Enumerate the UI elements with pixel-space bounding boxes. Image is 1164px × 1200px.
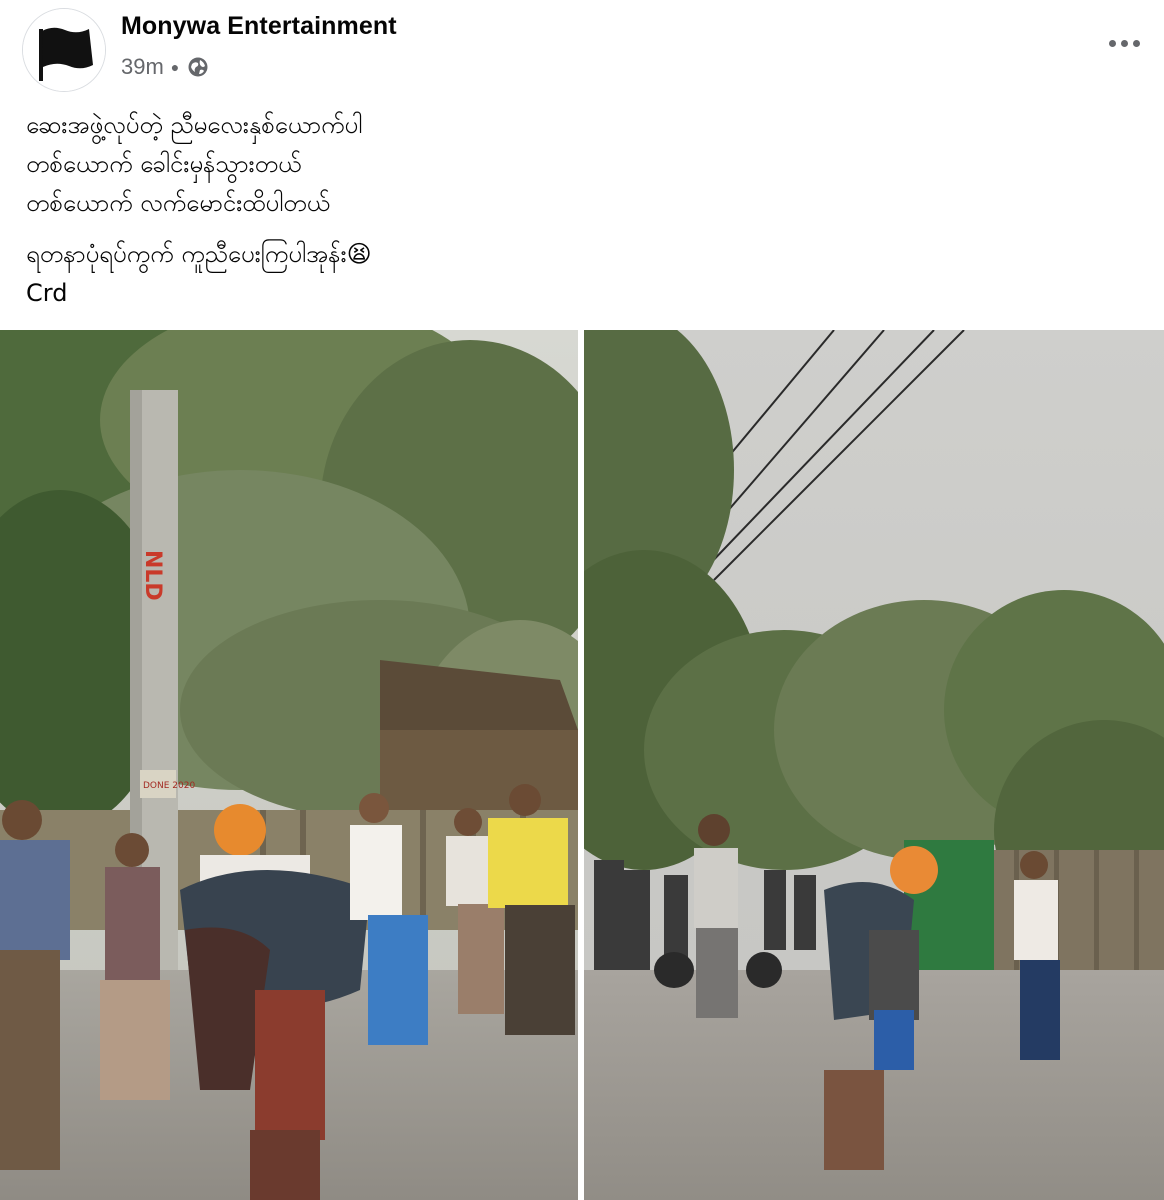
photo-street-left[interactable]: NLD DONE 2020: [0, 330, 578, 1200]
globe-icon[interactable]: [187, 56, 209, 78]
post-message: ဆေးအဖွဲ့လုပ်တဲ့ ညီမလေးနှစ်ယောက်ပါ တစ်ယော…: [26, 106, 1126, 313]
pole-sign-text: NLD: [140, 550, 165, 601]
post-timestamp[interactable]: 39m: [121, 54, 164, 80]
photo-street-right[interactable]: [584, 330, 1164, 1200]
facebook-post: Monywa Entertainment 39m ● ဆေးအဖွဲ့လုပ်တ…: [0, 0, 1164, 1200]
post-text-line: Crd: [26, 279, 68, 307]
more-horizontal-icon: [1108, 39, 1116, 47]
black-flag-icon: [23, 9, 105, 91]
more-horizontal-icon-dot: [1132, 39, 1140, 47]
post-text-line: ဆေးအဖွဲ့လုပ်တဲ့ ညီမလေးနှစ်ယောက်ပါ: [26, 111, 363, 139]
more-horizontal-icon-dot: [1120, 39, 1128, 47]
more-options-button[interactable]: [1102, 28, 1146, 58]
post-text-line: တစ်ယောက် လက်မောင်းထိပါတယ်: [26, 189, 330, 217]
page-avatar[interactable]: [22, 8, 106, 92]
meta-separator: ●: [170, 59, 180, 75]
post-meta: 39m ●: [121, 52, 209, 82]
post-header: Monywa Entertainment 39m ●: [0, 0, 1164, 100]
page-name-link[interactable]: Monywa Entertainment: [121, 12, 397, 41]
post-text-line: ရတနာပုံရပ်ကွက် ကူညီပေးကြပါအုန်း😫: [26, 240, 372, 268]
post-photo-grid: NLD DONE 2020: [0, 330, 1164, 1200]
pole-label-text: DONE 2020: [143, 781, 195, 791]
post-text-line: တစ်ယောက် ခေါင်းမှန်သွားတယ်: [26, 150, 302, 178]
